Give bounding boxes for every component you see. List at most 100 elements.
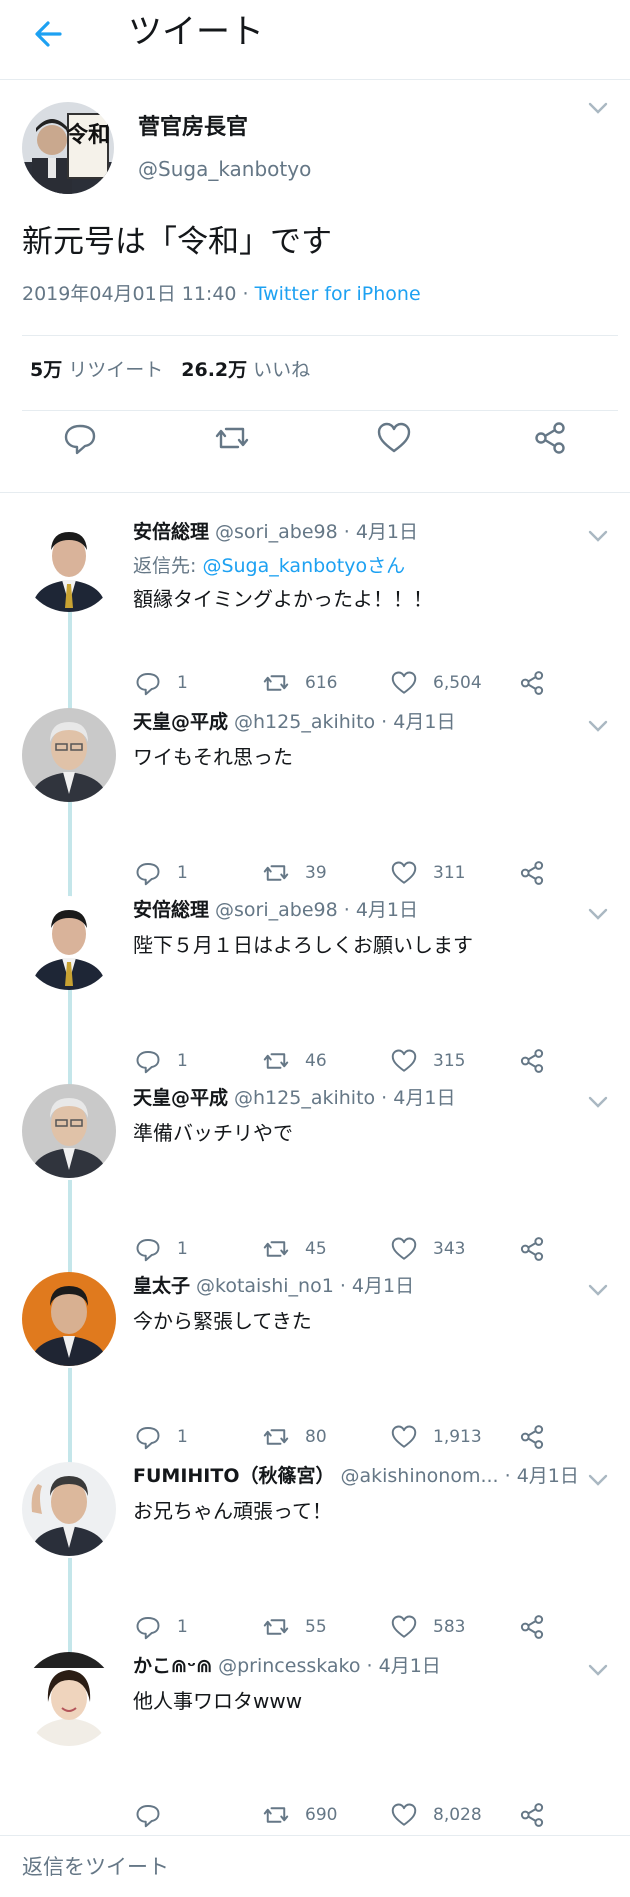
- avatar[interactable]: [22, 518, 116, 612]
- retweet-button[interactable]: 80: [261, 1420, 327, 1454]
- reply-actions: 1 55 583: [133, 1610, 613, 1644]
- author-name[interactable]: 天皇@平成: [133, 711, 228, 733]
- reply-input[interactable]: 返信をツイート: [22, 1852, 169, 1882]
- chevron-down-icon[interactable]: [586, 1282, 610, 1298]
- heart-icon: [391, 1237, 417, 1260]
- retweet-icon: [263, 865, 289, 881]
- author-handle[interactable]: @h125_akihito · 4月1日: [234, 1087, 455, 1109]
- chevron-down-icon[interactable]: [586, 528, 610, 544]
- reply-tweet[interactable]: FUMIHITO（秋篠宮） @akishinonom... · 4月1日 お兄ちゃ…: [0, 1462, 630, 1650]
- tweet-source[interactable]: Twitter for iPhone: [255, 283, 421, 305]
- avatar[interactable]: [22, 708, 116, 802]
- reply-header: 安倍総理 @sori_abe98 · 4月1日: [133, 518, 418, 546]
- like-count: 8,028: [433, 1805, 482, 1825]
- author-name[interactable]: FUMIHITO（秋篠宮）: [133, 1465, 334, 1487]
- like-button[interactable]: 583: [389, 1610, 465, 1644]
- reply-button[interactable]: 1: [133, 1610, 188, 1644]
- avatar[interactable]: [22, 1084, 116, 1178]
- avatar[interactable]: 令和: [22, 102, 114, 194]
- retweet-icon[interactable]: [212, 418, 252, 458]
- reply-count: 1: [177, 1051, 188, 1071]
- retweet-button[interactable]: 39: [261, 856, 327, 890]
- share-button[interactable]: [517, 1420, 547, 1454]
- reply-tweet[interactable]: 皇太子 @kotaishi_no1 · 4月1日 今から緊張してきた 1 80 1…: [0, 1272, 630, 1460]
- chevron-down-icon[interactable]: [586, 1472, 610, 1488]
- author-handle[interactable]: @sori_abe98 · 4月1日: [215, 521, 418, 543]
- reply-button[interactable]: 1: [133, 1232, 188, 1266]
- chevron-down-icon[interactable]: [586, 1662, 610, 1678]
- avatar[interactable]: [22, 896, 116, 990]
- retweet-button[interactable]: 690: [261, 1798, 337, 1832]
- author-handle[interactable]: @h125_akihito · 4月1日: [234, 711, 455, 733]
- avatar[interactable]: [22, 1462, 116, 1556]
- author-name[interactable]: 安倍総理: [133, 899, 209, 921]
- reply-tweet[interactable]: 安倍総理 @sori_abe98 · 4月1日 返信先: @Suga_kanbot…: [0, 518, 630, 706]
- retweet-count[interactable]: 5万: [30, 359, 62, 381]
- reply-icon[interactable]: [60, 418, 100, 458]
- like-count: 583: [433, 1617, 466, 1637]
- like-button[interactable]: 6,504: [389, 666, 482, 700]
- reply-tweet[interactable]: かこ⋒ᵕ⋒ @princesskako · 4月1日 他人事ワロタwww 690 …: [0, 1652, 630, 1840]
- share-button[interactable]: [517, 1044, 547, 1078]
- author-handle[interactable]: @princesskako · 4月1日: [218, 1655, 441, 1677]
- like-button[interactable]: 1,913: [389, 1420, 482, 1454]
- chevron-down-icon[interactable]: [586, 906, 610, 922]
- reply-button[interactable]: [133, 1798, 177, 1832]
- reply-button[interactable]: 1: [133, 1044, 188, 1078]
- like-label[interactable]: いいね: [253, 359, 310, 381]
- author-name[interactable]: かこ⋒ᵕ⋒: [133, 1655, 212, 1677]
- share-button[interactable]: [517, 856, 547, 890]
- reply-icon: [136, 1051, 160, 1074]
- share-icon[interactable]: [530, 418, 570, 458]
- chevron-down-icon[interactable]: [586, 718, 610, 734]
- author-handle[interactable]: @sori_abe98 · 4月1日: [215, 899, 418, 921]
- reply-tweet[interactable]: 天皇@平成 @h125_akihito · 4月1日 準備バッチリやで 1 45 …: [0, 1084, 630, 1272]
- reply-tweet[interactable]: 天皇@平成 @h125_akihito · 4月1日 ワイもそれ思った 1 39 …: [0, 708, 630, 896]
- retweet-count: 46: [305, 1051, 327, 1071]
- retweet-button[interactable]: 55: [261, 1610, 327, 1644]
- tweet-timestamp: 2019年04月01日 11:40 ·: [22, 283, 255, 305]
- author-handle[interactable]: @akishinonom... · 4月1日: [340, 1465, 578, 1487]
- author-name[interactable]: 安倍総理: [133, 521, 209, 543]
- share-icon: [520, 1615, 544, 1639]
- retweet-button[interactable]: 45: [261, 1232, 327, 1266]
- arrow-left-icon[interactable]: [30, 14, 70, 54]
- reply-text: 陛下５月１日はよろしくお願いします: [133, 933, 473, 957]
- retweet-button[interactable]: 616: [261, 666, 337, 700]
- avatar[interactable]: [22, 1272, 116, 1366]
- reply-to-mention[interactable]: @Suga_kanbotyoさん: [202, 555, 405, 577]
- author-name[interactable]: 菅官房長官: [138, 113, 248, 143]
- reply-header: かこ⋒ᵕ⋒ @princesskako · 4月1日: [133, 1652, 441, 1680]
- like-button[interactable]: 315: [389, 1044, 465, 1078]
- retweet-count: 45: [305, 1239, 327, 1259]
- author-handle[interactable]: @kotaishi_no1 · 4月1日: [196, 1275, 414, 1297]
- chevron-down-icon[interactable]: [586, 100, 610, 116]
- like-button[interactable]: 8,028: [389, 1798, 482, 1832]
- like-count[interactable]: 26.2万: [181, 359, 247, 381]
- heart-icon[interactable]: [374, 418, 414, 458]
- share-button[interactable]: [517, 1798, 547, 1832]
- author-handle[interactable]: @Suga_kanbotyo: [138, 155, 311, 183]
- like-button[interactable]: 311: [389, 856, 465, 890]
- share-button[interactable]: [517, 666, 547, 700]
- avatar[interactable]: [22, 1652, 116, 1746]
- author-name[interactable]: 皇太子: [133, 1275, 190, 1297]
- reply-button[interactable]: 1: [133, 856, 188, 890]
- share-button[interactable]: [517, 1610, 547, 1644]
- reply-tweet[interactable]: 安倍総理 @sori_abe98 · 4月1日 陛下５月１日はよろしくお願いします…: [0, 896, 630, 1084]
- retweet-button[interactable]: 46: [261, 1044, 327, 1078]
- like-button[interactable]: 343: [389, 1232, 465, 1266]
- retweet-count: 39: [305, 863, 327, 883]
- reply-button[interactable]: 1: [133, 666, 188, 700]
- retweet-icon: [263, 1053, 289, 1069]
- author-name[interactable]: 天皇@平成: [133, 1087, 228, 1109]
- reply-header: 天皇@平成 @h125_akihito · 4月1日: [133, 708, 455, 736]
- share-button[interactable]: [517, 1232, 547, 1266]
- retweet-icon: [263, 1807, 289, 1823]
- divider: [0, 492, 630, 493]
- chevron-down-icon[interactable]: [586, 1094, 610, 1110]
- reply-to: 返信先: @Suga_kanbotyoさん: [133, 552, 405, 580]
- retweet-label[interactable]: リツイート: [68, 359, 163, 381]
- heart-icon: [391, 861, 417, 884]
- reply-button[interactable]: 1: [133, 1420, 188, 1454]
